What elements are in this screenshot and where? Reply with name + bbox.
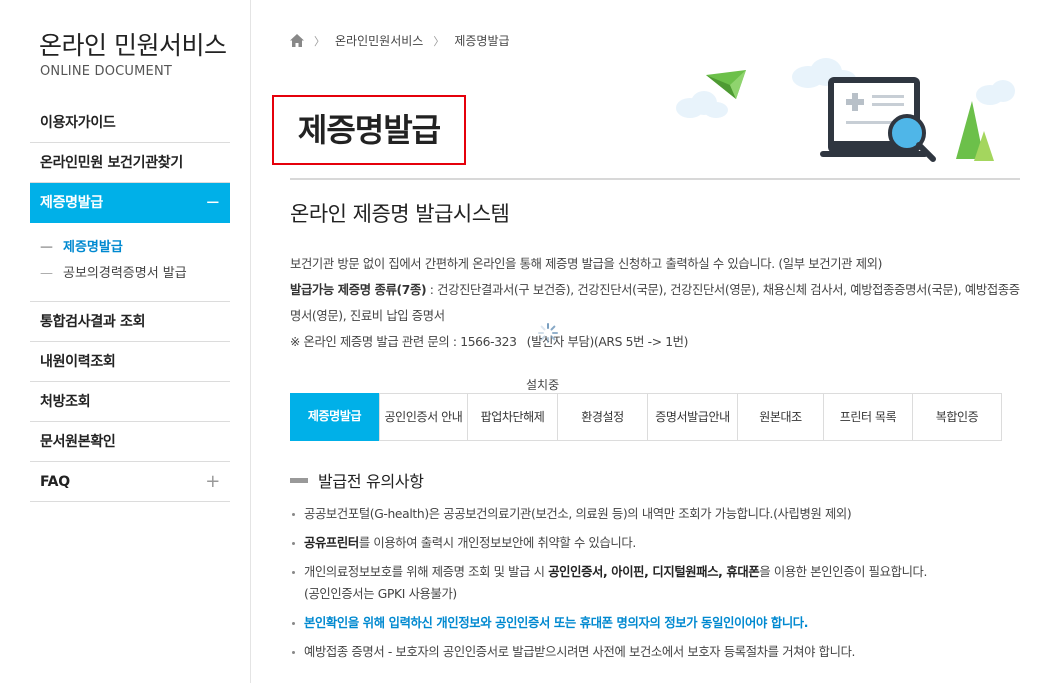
notice-text: 공공보건포털(G-health)은 공공보건의료기관(보건소, 의료원 등)의 … — [304, 507, 852, 521]
sidebar-title: 온라인 민원서비스 — [39, 31, 227, 60]
submenu-item-career[interactable]: — 공보의경력증명서 발급 — [40, 261, 230, 287]
sidebar-subtitle: ONLINE DOCUMENT — [40, 64, 173, 79]
tab-popup-unblock[interactable]: 팝업차단해제 — [468, 394, 558, 440]
sidebar-item-guide[interactable]: 이용자가이드 — [30, 103, 230, 143]
breadcrumb: 〉 온라인민원서비스 〉 제증명발급 — [290, 32, 510, 49]
home-icon[interactable] — [290, 34, 304, 47]
collapse-icon[interactable]: − — [205, 183, 220, 223]
contact-text: ※ 온라인 제증명 발급 관련 문의 : 1566-323 — [290, 335, 517, 349]
notice-bold: 공인인증서, 아이핀, 디지털원패스, 휴대폰 — [548, 565, 760, 579]
expand-icon[interactable]: + — [205, 462, 220, 502]
sidebar-submenu: — 제증명발급 — 공보의경력증명서 발급 — [30, 223, 230, 302]
breadcrumb-item[interactable]: 온라인민원서비스 — [335, 32, 423, 49]
tab-issue-guide[interactable]: 증명서발급안내 — [648, 394, 738, 440]
tab-multi-auth[interactable]: 복합인증 — [913, 394, 1001, 440]
breadcrumb-separator: 〉 — [433, 34, 445, 48]
notice-text: 개인의료정보보호를 위해 제증명 조회 및 발급 시 — [304, 565, 549, 579]
sidebar-item-integrated[interactable]: 통합검사결과 조회 — [30, 302, 230, 342]
submenu-item-label: 공보의경력증명서 발급 — [63, 266, 187, 281]
kinds-label: 발급가능 제증명 종류(7종) — [290, 283, 427, 297]
tab-cert-guide[interactable]: 공인인증서 안내 — [380, 394, 468, 440]
cloud-icon — [676, 91, 728, 118]
title-bar-icon — [290, 477, 308, 483]
loading-spinner-icon — [538, 323, 558, 343]
divider — [290, 178, 1020, 180]
sidebar-item-label: FAQ — [40, 474, 70, 490]
sidebar-menu: 이용자가이드 온라인민원 보건기관찾기 제증명발급 − — 제증명발급 — 공보의경… — [30, 103, 230, 502]
notice-list: 공공보건포털(G-health)은 공공보건의료기관(보건소, 의료원 등)의 … — [290, 503, 1020, 670]
list-item: 개인의료정보보호를 위해 제증명 조회 및 발급 시 공인인증서, 아이핀, 디… — [290, 561, 1020, 605]
dash-icon: — — [40, 240, 53, 255]
sidebar-item-find[interactable]: 온라인민원 보건기관찾기 — [30, 143, 230, 183]
sidebar-item-prescription[interactable]: 처방조회 — [30, 382, 230, 422]
notice-text: 을 이용한 본인인증이 필요합니다. — [759, 565, 928, 579]
breadcrumb-separator: 〉 — [314, 34, 325, 48]
tab-cert[interactable]: 제증명발급 — [290, 393, 380, 441]
tab-original-compare[interactable]: 원본대조 — [738, 394, 824, 440]
notice-bold: 공유프린터 — [304, 536, 359, 550]
dash-icon: — — [40, 266, 53, 281]
notice-text: 본인확인을 위해 입력하신 개인정보와 공인인증서 또는 휴대폰 명의자의 정보… — [304, 616, 809, 630]
tab-bar: 제증명발급 공인인증서 안내 팝업차단해제 환경설정 증명서발급안내 원본대조 … — [290, 393, 1002, 441]
intro-kinds: 발급가능 제증명 종류(7종) : 건강진단결과서(구 보건증), 건강진단서(… — [290, 277, 1020, 329]
intro-contact: ※ 온라인 제증명 발급 관련 문의 : 1566-323 (발신자 부담)(AR… — [290, 329, 1020, 355]
notice-text: 예방접종 증명서 - 보호자의 공인인증서로 발급받으시려면 사전에 보건소에서… — [304, 645, 856, 659]
notice-title-text: 발급전 유의사항 — [318, 472, 424, 491]
intro-line: 보건기관 방문 없이 집에서 간편하게 온라인을 통해 제증명 발급을 신청하고… — [290, 257, 883, 271]
submenu-item-cert[interactable]: — 제증명발급 — [40, 235, 230, 261]
tree-icon — [956, 101, 994, 161]
list-item: 공공보건포털(G-health)은 공공보건의료기관(보건소, 의료원 등)의 … — [290, 503, 1020, 525]
tab-settings[interactable]: 환경설정 — [558, 394, 648, 440]
header-illustration — [676, 58, 1015, 162]
list-item: 본인확인을 위해 입력하신 개인정보와 공인인증서 또는 휴대폰 명의자의 정보… — [290, 612, 1020, 634]
sidebar-item-original[interactable]: 문서원본확인 — [30, 422, 230, 462]
breadcrumb-item-current: 제증명발급 — [454, 34, 510, 48]
installing-label: 설치중 — [526, 378, 560, 392]
sidebar-item-cert[interactable]: 제증명발급 − — [30, 183, 230, 223]
list-item: 예방접종 증명서 - 보호자의 공인인증서로 발급받으시려면 사전에 보건소에서… — [290, 641, 1020, 663]
intro-text: 보건기관 방문 없이 집에서 간편하게 온라인을 통해 제증명 발급을 신청하고… — [290, 251, 1020, 355]
tab-printer-list[interactable]: 프린터 목록 — [824, 394, 913, 440]
notice-title: 발급전 유의사항 — [290, 468, 424, 492]
submenu-item-label: 제증명발급 — [63, 240, 123, 255]
sidebar-item-label: 제증명발급 — [40, 195, 103, 211]
list-item: 공유프린터를 이용하여 출력시 개인정보보안에 취약할 수 있습니다. — [290, 532, 1020, 554]
notice-text: 를 이용하여 출력시 개인정보보안에 취약할 수 있습니다. — [358, 536, 636, 550]
page-title: 제증명발급 — [272, 95, 466, 165]
section-title: 온라인 제증명 발급시스템 — [290, 202, 510, 226]
sidebar-item-faq[interactable]: FAQ + — [30, 462, 230, 502]
notice-text: (공인인증서는 GPKI 사용불가) — [304, 587, 457, 601]
sidebar-item-visits[interactable]: 내원이력조회 — [30, 342, 230, 382]
cloud-icon — [976, 80, 1015, 105]
sidebar: 온라인 민원서비스 ONLINE DOCUMENT 이용자가이드 온라인민원 보… — [0, 0, 251, 683]
